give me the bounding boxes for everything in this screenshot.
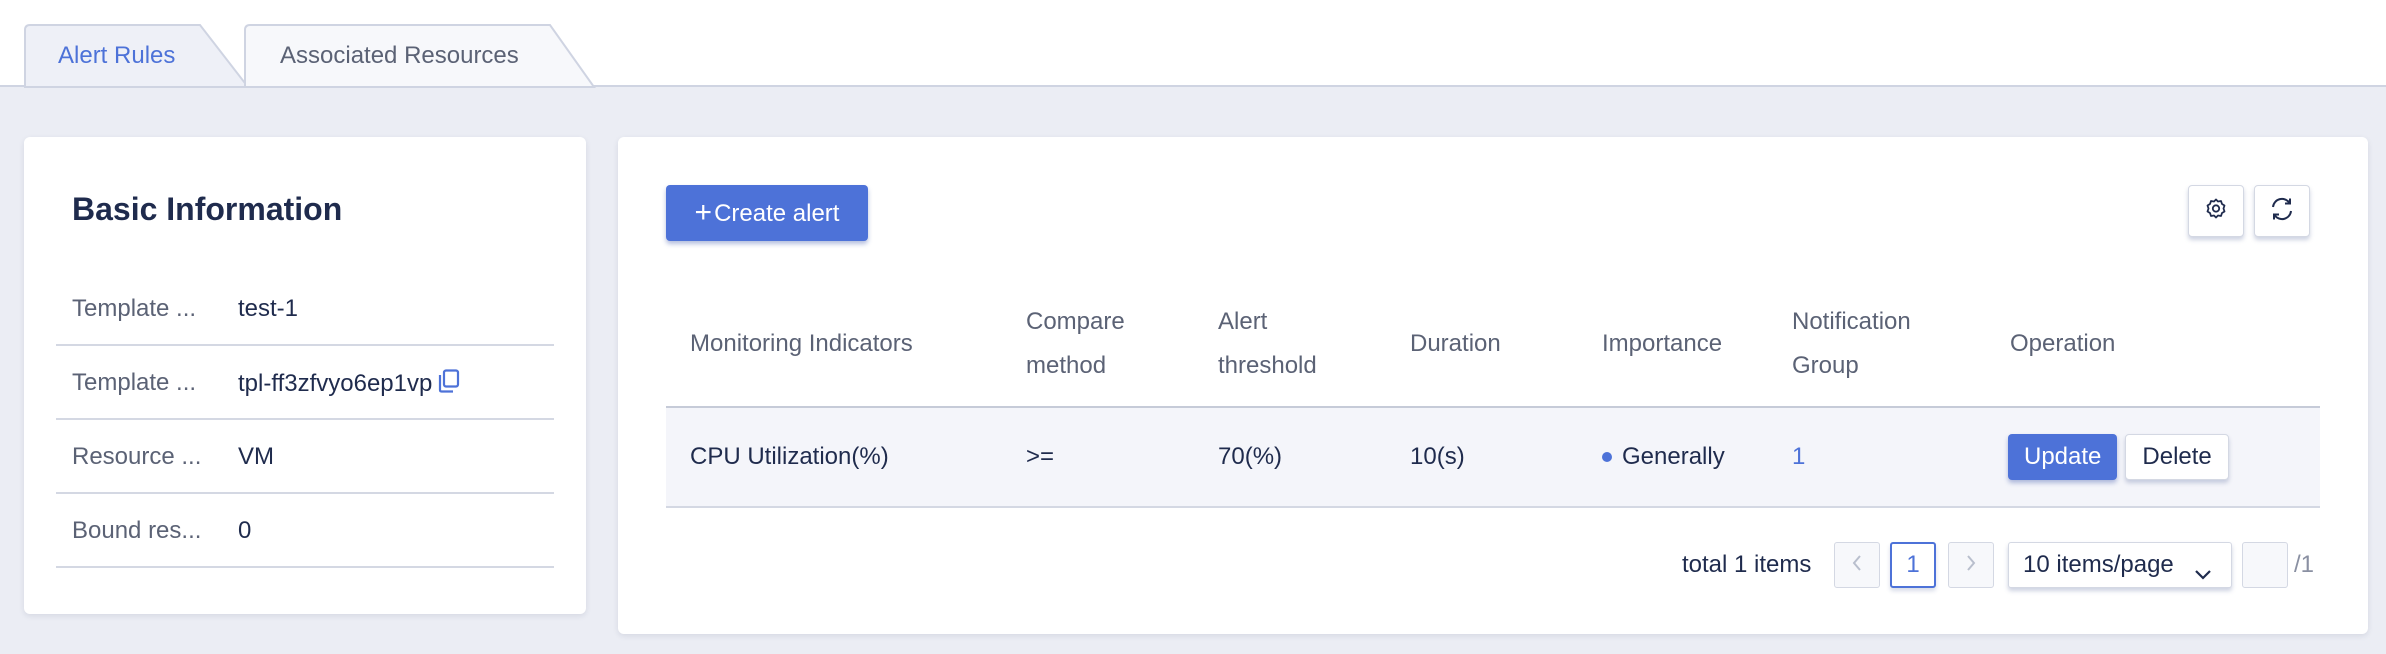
header-text: Duration — [1410, 330, 1501, 357]
refresh-button[interactable] — [2254, 185, 2310, 237]
header-text: Monitoring Indicators — [690, 330, 913, 357]
page-number-current[interactable]: 1 — [1890, 542, 1936, 588]
header-text: Importance — [1602, 330, 1723, 357]
column-header-duration: Duration — [1410, 282, 1501, 406]
importance-label: Generally — [1622, 443, 1725, 470]
cell-duration: 10(s) — [1410, 443, 1465, 470]
importance-dot — [1602, 452, 1612, 462]
page-jump-input[interactable] — [2242, 542, 2288, 588]
page-size-value: 10 items/page — [2023, 551, 2174, 578]
info-label: Template ... — [72, 295, 197, 322]
header-text-line1: Notification — [1792, 308, 1911, 335]
chevron-left-icon — [1851, 554, 1863, 577]
info-row-template-name: Template ... test-1 — [56, 272, 554, 346]
cell-compare: >= — [1026, 443, 1055, 470]
column-header-notification-group: Notification Group — [1792, 282, 1911, 406]
header-text-line1: Compare — [1026, 308, 1125, 335]
info-value: test-1 — [238, 295, 299, 322]
tab-alert-rules[interactable]: Alert Rules — [24, 24, 250, 88]
settings-button[interactable] — [2188, 185, 2244, 237]
column-header-threshold: Alert threshold — [1218, 282, 1317, 406]
page-size-select[interactable]: 10 items/page — [2008, 542, 2232, 588]
info-value: tpl-ff3zfvyo6ep1vp — [238, 370, 433, 397]
cell-importance: Generally — [1602, 408, 1725, 506]
info-row-resource-type: Resource ... VM — [56, 420, 554, 494]
create-alert-rules-button[interactable]: +Create alert rules — [666, 185, 868, 283]
plus-icon: + — [694, 196, 713, 229]
info-label: Template ... — [72, 369, 197, 396]
update-button[interactable]: Update — [2008, 434, 2118, 480]
column-header-importance: Importance — [1602, 282, 1722, 406]
table-row: CPU Utilization(%) >= 70(%) 10(s) Genera… — [666, 408, 2320, 508]
tab-label: Alert Rules — [58, 42, 176, 69]
chevron-down-icon — [2193, 555, 2213, 599]
table-header: Monitoring Indicators Compare method Aler… — [666, 282, 2320, 408]
basic-info-card: Basic Information Template ... test-1 Te… — [24, 137, 586, 614]
info-row-bound-resources: Bound res... 0 — [56, 494, 554, 568]
next-page-button[interactable] — [1948, 542, 1994, 588]
copy-icon[interactable] — [438, 369, 460, 400]
header-text-line1: Alert — [1218, 308, 1268, 335]
info-row-template-id: Template ... tpl-ff3zfvyo6ep1vp — [56, 346, 554, 420]
tab-bar: Alert Rules Associated Resources — [0, 0, 2386, 88]
alert-rules-card: +Create alert rules Monitoring Indicator… — [618, 137, 2368, 634]
header-text-line2: Group — [1792, 352, 1859, 379]
column-header-indicator: Monitoring Indicators — [690, 282, 913, 406]
cell-indicator: CPU Utilization(%) — [690, 443, 889, 470]
pagination-total-pages: /1 — [2294, 551, 2315, 578]
notification-group-link[interactable]: 1 — [1792, 443, 1805, 471]
cell-operation: Update Delete — [2008, 408, 2229, 506]
cell-threshold: 70(%) — [1218, 443, 1283, 470]
basic-info-title: Basic Information — [72, 191, 343, 227]
column-header-compare: Compare method — [1026, 282, 1125, 406]
cell-notification-group: 1 — [1792, 408, 1805, 506]
info-value: 0 — [238, 517, 252, 544]
refresh-icon — [2269, 196, 2295, 227]
gear-icon — [2204, 197, 2228, 226]
header-text-line2: threshold — [1218, 352, 1317, 379]
tab-label: Associated Resources — [280, 42, 519, 69]
delete-button[interactable]: Delete — [2125, 434, 2229, 480]
prev-page-button[interactable] — [1834, 542, 1880, 588]
chevron-right-icon — [1965, 554, 1977, 577]
info-label: Resource ... — [72, 443, 202, 470]
tab-associated-resources[interactable]: Associated Resources — [244, 24, 596, 88]
create-button-label: Create alert rules — [714, 200, 840, 283]
column-header-operation: Operation — [2010, 282, 2115, 406]
header-text-line2: method — [1026, 352, 1107, 379]
pagination-total: total 1 items — [1682, 551, 1812, 578]
info-value: VM — [238, 443, 274, 470]
info-label: Bound res... — [72, 517, 202, 544]
alert-rules-table: Monitoring Indicators Compare method Aler… — [666, 282, 2320, 508]
header-text: Operation — [2010, 330, 2116, 357]
info-value-wrap: tpl-ff3zfvyo6ep1vp — [238, 369, 460, 400]
